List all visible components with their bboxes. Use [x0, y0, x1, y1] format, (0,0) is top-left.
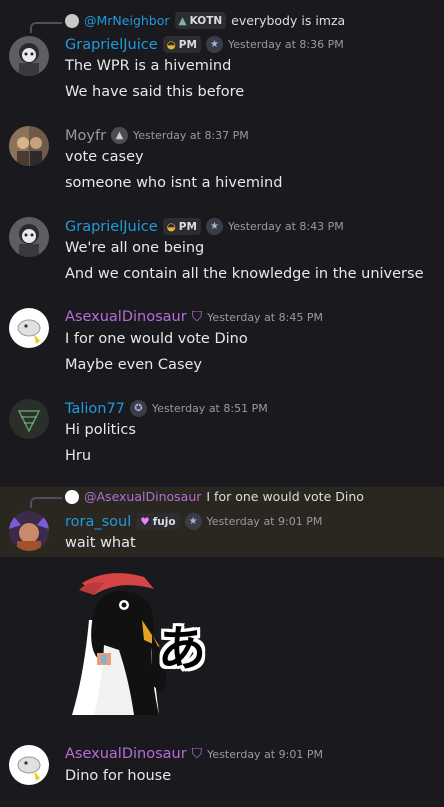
author-name[interactable]: GraprielJuice: [65, 37, 158, 53]
heart-icon: ♥: [140, 515, 150, 528]
reply-author[interactable]: @MrNeighbor: [84, 13, 170, 28]
message-text: And we contain all the knowledge in the …: [65, 266, 424, 282]
message-text: Dino for house: [65, 768, 172, 784]
message-header: GraprielJuice ◒ PM ★ Yesterday at 8:43 PM: [65, 218, 344, 235]
message-text: We're all one being: [65, 240, 205, 256]
timestamp[interactable]: Yesterday at 9:01 PM: [207, 748, 323, 761]
tag-icon: ◒: [166, 38, 176, 51]
message-header: AsexualDinosaur ⛉ Yesterday at 8:45 PM: [65, 309, 323, 325]
shield-role-icon[interactable]: ⛉: [192, 309, 203, 325]
author-name[interactable]: rora_soul: [65, 514, 131, 530]
guild-tag[interactable]: ♥ fujo: [136, 513, 180, 530]
author-name[interactable]: Moyfr: [65, 128, 106, 144]
timestamp[interactable]: Yesterday at 8:36 PM: [228, 38, 344, 51]
reply-avatar[interactable]: [65, 13, 79, 28]
message-text: wait what: [65, 535, 136, 551]
reply-text: everybody is imza: [231, 13, 346, 28]
author-name[interactable]: GraprielJuice: [65, 219, 158, 235]
role-icon[interactable]: ★: [205, 36, 223, 53]
reply-connector: [30, 497, 62, 508]
reply-text: I for one would vote Dino: [206, 489, 364, 504]
timestamp[interactable]: Yesterday at 8:51 PM: [152, 402, 268, 415]
reply-preview[interactable]: @MrNeighbor ▲ KOTN everybody is imza: [65, 12, 345, 29]
timestamp[interactable]: Yesterday at 8:43 PM: [228, 220, 344, 233]
message-text: I for one would vote Dino: [65, 331, 248, 347]
message-text: vote casey: [65, 149, 144, 165]
message-text: Hru: [65, 448, 92, 464]
message-header: Moyfr ▲ Yesterday at 8:37 PM: [65, 127, 249, 144]
sticker-glyph: あ: [158, 621, 207, 677]
avatar[interactable]: [9, 511, 49, 551]
role-icon[interactable]: ✪: [129, 400, 147, 417]
message-header: GraprielJuice ◒ PM ★ Yesterday at 8:36 PM: [65, 36, 344, 53]
timestamp[interactable]: Yesterday at 9:01 PM: [207, 515, 323, 528]
author-name[interactable]: Talion77: [65, 401, 125, 417]
timestamp[interactable]: Yesterday at 8:45 PM: [207, 311, 323, 324]
role-icon[interactable]: ★: [205, 218, 223, 235]
avatar[interactable]: [9, 126, 49, 166]
timestamp[interactable]: Yesterday at 8:37 PM: [133, 129, 249, 142]
message-header: rora_soul ♥ fujo ★ Yesterday at 9:01 PM: [65, 513, 322, 530]
avatar[interactable]: [9, 745, 49, 785]
reply-connector: [30, 22, 62, 33]
avatar[interactable]: [9, 36, 49, 76]
message-text: The WPR is a hivemind: [65, 58, 232, 74]
tag-icon: ▲: [178, 14, 187, 27]
avatar[interactable]: [9, 217, 49, 257]
message-text: someone who isnt a hivemind: [65, 175, 283, 191]
triangle-role-icon[interactable]: ▲: [111, 127, 129, 144]
shield-role-icon[interactable]: ⛉: [192, 746, 203, 762]
message-text: Maybe even Casey: [65, 357, 202, 373]
author-name[interactable]: AsexualDinosaur: [65, 746, 187, 762]
penguin-sticker[interactable]: あ: [64, 565, 214, 720]
message-header: AsexualDinosaur ⛉ Yesterday at 9:01 PM: [65, 746, 323, 762]
message-text: We have said this before: [65, 84, 245, 100]
reply-preview[interactable]: @AsexualDinosaur I for one would vote Di…: [65, 489, 364, 504]
message-header: Talion77 ✪ Yesterday at 8:51 PM: [65, 400, 268, 417]
guild-tag[interactable]: ▲ KOTN: [174, 12, 227, 29]
avatar[interactable]: [9, 399, 49, 439]
role-icon[interactable]: ★: [184, 513, 202, 530]
reply-author[interactable]: @AsexualDinosaur: [84, 489, 201, 504]
author-name[interactable]: AsexualDinosaur: [65, 309, 187, 325]
tag-icon: ◒: [166, 220, 176, 233]
message-text: Hi politics: [65, 422, 136, 438]
avatar[interactable]: [9, 308, 49, 348]
reply-avatar[interactable]: [65, 489, 79, 504]
guild-tag[interactable]: ◒ PM: [162, 36, 201, 53]
guild-tag[interactable]: ◒ PM: [162, 218, 201, 235]
